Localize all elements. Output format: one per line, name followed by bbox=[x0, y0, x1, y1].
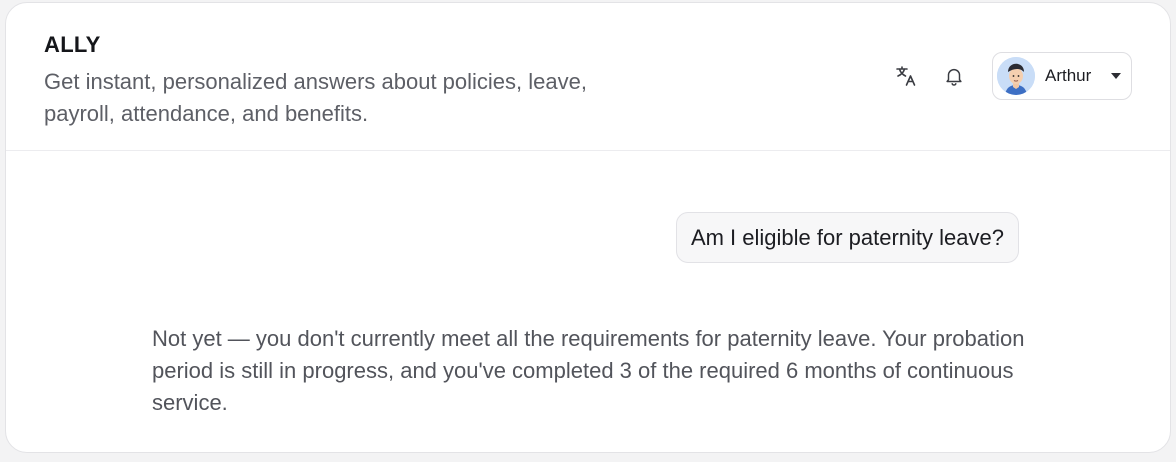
brand-title: ALLY bbox=[44, 32, 101, 57]
header-actions: Arthur bbox=[888, 52, 1132, 100]
notifications-button[interactable] bbox=[936, 58, 972, 94]
translate-button[interactable] bbox=[888, 58, 924, 94]
user-message-bubble: Am I eligible for paternity leave? bbox=[675, 212, 1019, 263]
avatar bbox=[997, 57, 1035, 95]
user-name: Arthur bbox=[1045, 66, 1092, 85]
header: ALLY Get instant, personalized answers a… bbox=[6, 3, 1170, 151]
assistant-message: Not yet — you don't currently meet all t… bbox=[152, 326, 1025, 415]
chat-thread: Am I eligible for paternity leave? Not y… bbox=[6, 152, 1170, 452]
chat-card: ALLY Get instant, personalized answers a… bbox=[5, 2, 1171, 453]
chevron-down-icon bbox=[1111, 73, 1121, 79]
user-menu-button[interactable]: Arthur bbox=[992, 52, 1132, 100]
page-subtitle: Get instant, personalized answers about … bbox=[44, 69, 587, 126]
translate-icon bbox=[896, 66, 916, 86]
bell-icon bbox=[946, 68, 962, 86]
